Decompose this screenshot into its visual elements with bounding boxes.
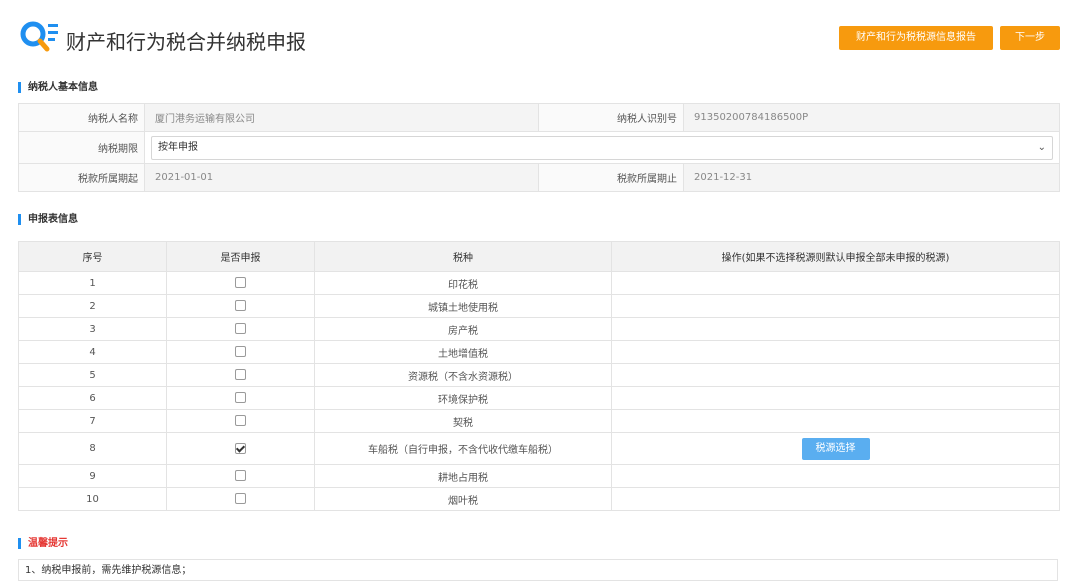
table-row: 8 车船税（自行申报，不含代收代缴车船税） 税源选择 (18, 432, 1060, 465)
declare-cell (166, 464, 315, 488)
declare-cell (166, 363, 315, 387)
declare-cell (166, 386, 315, 410)
tax-source-select-button[interactable]: 税源选择 (801, 437, 870, 460)
tax-period-cell: 按年申报 ⌄ (144, 131, 1060, 164)
action-cell (611, 317, 1060, 341)
tax-type: 契税 (314, 409, 612, 433)
action-cell (611, 409, 1060, 433)
action-cell (611, 271, 1060, 295)
tax-type: 房产税 (314, 317, 612, 341)
period-end-value: 2021-12-31 (683, 163, 1060, 192)
table-row: 9 耕地占用税 (18, 464, 1060, 488)
column-header-action: 操作(如果不选择税源则默认申报全部未申报的税源) (611, 241, 1060, 272)
tax-source-report-button[interactable]: 财产和行为税税源信息报告 (839, 26, 993, 50)
declare-cell (166, 409, 315, 433)
row-no: 8 (18, 432, 167, 465)
taxpayer-name-label: 纳税人名称 (18, 103, 145, 132)
row-no: 3 (18, 317, 167, 341)
period-start-value: 2021-01-01 (144, 163, 539, 192)
page-header: 财产和行为税合并纳税申报 财产和行为税税源信息报告 下一步 (20, 18, 1060, 58)
declare-checkbox[interactable] (235, 470, 246, 482)
table-row: 7 契税 (18, 409, 1060, 433)
action-cell (611, 487, 1060, 511)
period-end-label: 税款所属期止 (538, 163, 684, 192)
tax-type: 城镇土地使用税 (314, 294, 612, 318)
action-cell (611, 363, 1060, 387)
taxpayer-id-value: 91350200784186500P (683, 103, 1060, 132)
column-header-no: 序号 (18, 241, 167, 272)
table-row: 5 资源税（不含水资源税） (18, 363, 1060, 387)
declaration-info-title: 申报表信息 (18, 214, 78, 225)
tax-period-select[interactable]: 按年申报 ⌄ (151, 135, 1053, 160)
taxpayer-info-table: 纳税人名称 厦门港务运输有限公司 纳税人识别号 9135020078418650… (18, 103, 1060, 192)
tax-period-label: 纳税期限 (18, 131, 145, 164)
action-cell: 税源选择 (611, 432, 1060, 465)
declare-cell (166, 317, 315, 341)
tax-period-value: 按年申报 (158, 141, 198, 153)
row-no: 10 (18, 487, 167, 511)
declare-cell (166, 340, 315, 364)
tax-type: 土地增值税 (314, 340, 612, 364)
declare-checkbox[interactable] (235, 415, 246, 427)
declare-checkbox[interactable] (235, 493, 246, 505)
table-row: 2 城镇土地使用税 (18, 294, 1060, 318)
action-cell (611, 340, 1060, 364)
tips-title: 温馨提示 (18, 538, 68, 549)
table-row: 10 烟叶税 (18, 487, 1060, 511)
chevron-down-icon: ⌄ (1037, 141, 1046, 153)
tips-text: 1、纳税申报前，需先维护税源信息； (18, 559, 1058, 581)
declare-checkbox[interactable] (235, 369, 246, 381)
row-no: 4 (18, 340, 167, 364)
action-cell (611, 464, 1060, 488)
column-header-tax-type: 税种 (314, 241, 612, 272)
declare-cell (166, 487, 315, 511)
declare-checkbox[interactable] (235, 392, 246, 404)
row-no: 6 (18, 386, 167, 410)
table-row: 6 环境保护税 (18, 386, 1060, 410)
taxpayer-id-label: 纳税人识别号 (538, 103, 684, 132)
declare-checkbox[interactable] (235, 300, 246, 312)
tax-type: 环境保护税 (314, 386, 612, 410)
search-list-icon (20, 21, 58, 52)
action-cell (611, 294, 1060, 318)
tax-type: 印花税 (314, 271, 612, 295)
declare-cell (166, 271, 315, 295)
declare-checkbox[interactable] (235, 277, 246, 289)
tax-type: 耕地占用税 (314, 464, 612, 488)
next-step-button[interactable]: 下一步 (1000, 26, 1060, 50)
declaration-table: 序号 是否申报 税种 操作(如果不选择税源则默认申报全部未申报的税源) 1 印花… (18, 241, 1060, 511)
period-start-label: 税款所属期起 (18, 163, 145, 192)
taxpayer-info-title: 纳税人基本信息 (18, 82, 98, 93)
row-no: 7 (18, 409, 167, 433)
row-no: 2 (18, 294, 167, 318)
tax-type: 烟叶税 (314, 487, 612, 511)
tax-type: 车船税（自行申报，不含代收代缴车船税） (314, 432, 612, 465)
declare-checkbox[interactable] (235, 346, 246, 358)
declare-cell (166, 294, 315, 318)
page-title: 财产和行为税合并纳税申报 (66, 30, 306, 54)
row-no: 1 (18, 271, 167, 295)
tax-type: 资源税（不含水资源税） (314, 363, 612, 387)
taxpayer-name-value: 厦门港务运输有限公司 (144, 103, 539, 132)
table-row: 4 土地增值税 (18, 340, 1060, 364)
column-header-declare: 是否申报 (166, 241, 315, 272)
declare-checkbox-checked[interactable] (235, 442, 246, 454)
row-no: 9 (18, 464, 167, 488)
action-cell (611, 386, 1060, 410)
table-row: 1 印花税 (18, 271, 1060, 295)
declare-cell (166, 432, 315, 465)
table-row: 3 房产税 (18, 317, 1060, 341)
declare-checkbox[interactable] (235, 323, 246, 335)
row-no: 5 (18, 363, 167, 387)
